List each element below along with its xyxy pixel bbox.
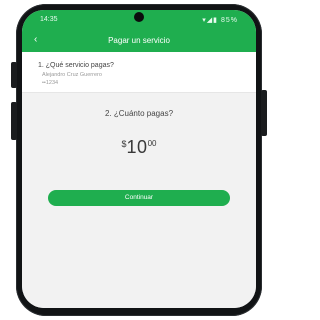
phone-side-button-right [261, 90, 267, 136]
amount-currency: $ [121, 139, 127, 149]
service-step-subtitle-2: ••1234 [42, 80, 59, 86]
amount-section: 2. ¿Cuánto pagas? $1000 Continuar [22, 93, 256, 308]
service-step-subtitle-1: Alejandro Cruz Guerrero [42, 72, 102, 78]
amount-cents: 00 [147, 139, 157, 148]
service-step[interactable]: 1. ¿Qué servicio pagas? Alejandro Cruz G… [22, 52, 256, 93]
status-icons: ▾◢▮ 85% [202, 17, 238, 24]
continue-button[interactable]: Continuar [48, 190, 230, 206]
service-step-title: 1. ¿Qué servicio pagas? [38, 62, 114, 69]
phone-side-button-left-1 [11, 62, 17, 88]
phone-side-button-left-2 [11, 102, 17, 140]
amount-step-title: 2. ¿Cuánto pagas? [104, 109, 174, 118]
phone-frame: 14:35 ▾◢▮ 85% ‹ Pagar un servicio 1. ¿Qu… [11, 4, 267, 316]
amount-value: 10 [126, 137, 148, 157]
status-time: 14:35 [40, 16, 58, 23]
status-bar: 14:35 ▾◢▮ 85% [22, 10, 256, 30]
front-camera-icon [134, 12, 144, 22]
amount-display[interactable]: $1000 [22, 137, 256, 158]
app-bar: ‹ Pagar un servicio [22, 30, 256, 52]
page-title: Pagar un servicio [108, 36, 170, 45]
screen: 14:35 ▾◢▮ 85% ‹ Pagar un servicio 1. ¿Qu… [22, 10, 256, 308]
